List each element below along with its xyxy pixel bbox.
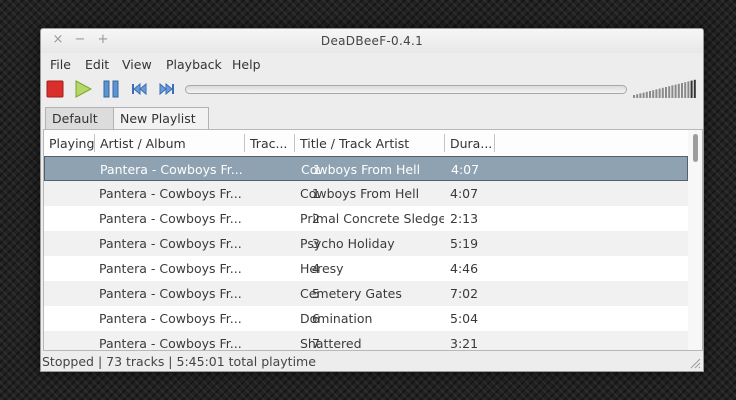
- stop-button[interactable]: [46, 80, 64, 98]
- volume-bar: [652, 90, 655, 98]
- menu-view[interactable]: View: [122, 57, 152, 72]
- duration-cell: 4:07: [451, 162, 480, 177]
- title-cell: Psycho Holiday: [300, 236, 395, 251]
- menu-edit[interactable]: Edit: [85, 57, 109, 72]
- track-row[interactable]: Pantera - Cowboys Fr... 1 Cowboys From H…: [44, 156, 688, 181]
- volume-bar: [665, 87, 667, 98]
- title-cell: Cowboys From Hell: [300, 186, 420, 201]
- seek-slider[interactable]: [185, 85, 627, 94]
- column-artist-album[interactable]: Artist / Album: [100, 136, 186, 151]
- title-cell: Cemetery Gates: [300, 286, 402, 301]
- duration-cell: 2:13: [450, 211, 479, 226]
- column-divider[interactable]: [244, 134, 245, 152]
- artist-album-cell: Pantera - Cowboys Fr...: [99, 311, 242, 326]
- column-divider[interactable]: [94, 134, 95, 152]
- title-cell: Primal Concrete Sledge: [300, 211, 444, 226]
- volume-slider[interactable]: [631, 79, 699, 99]
- main-window: × − + DeaDBeeF-0.4.1 File Edit View Play…: [40, 28, 704, 372]
- playlist-tabs: Default New Playlist: [41, 107, 703, 129]
- column-title[interactable]: Title / Track Artist: [300, 136, 409, 151]
- scrollbar-thumb[interactable]: [693, 134, 698, 162]
- title-cell: Cowboys From Hell: [301, 162, 421, 177]
- title-cell: Domination: [300, 311, 373, 326]
- title-cell: Shattered: [300, 336, 362, 351]
- track-row[interactable]: Pantera - Cowboys Fr... 2 Primal Concret…: [44, 206, 688, 231]
- duration-cell: 5:19: [450, 236, 479, 251]
- column-header: Playing Artist / Album Trac... Title / T…: [44, 130, 702, 156]
- menu-file[interactable]: File: [50, 57, 71, 72]
- volume-bar: [681, 83, 683, 98]
- artist-album-cell: Pantera - Cowboys Fr...: [99, 186, 242, 201]
- volume-bar: [668, 86, 671, 98]
- menu-help[interactable]: Help: [232, 57, 261, 72]
- column-track[interactable]: Trac...: [250, 136, 287, 151]
- volume-bar: [645, 91, 648, 98]
- artist-album-cell: Pantera - Cowboys Fr...: [99, 336, 242, 351]
- column-playing[interactable]: Playing: [49, 136, 94, 151]
- duration-cell: 5:04: [450, 311, 479, 326]
- artist-album-cell: Pantera - Cowboys Fr...: [99, 211, 242, 226]
- track-row[interactable]: Pantera - Cowboys Fr... 1 Cowboys From H…: [44, 181, 688, 206]
- play-icon: [75, 80, 93, 98]
- menu-playback[interactable]: Playback: [166, 57, 222, 72]
- tab-label: New Playlist: [120, 111, 196, 126]
- volume-bar: [655, 89, 658, 98]
- next-button[interactable]: [158, 80, 176, 98]
- title-cell: Heresy: [300, 261, 344, 276]
- artist-album-cell: Pantera - Cowboys Fr...: [99, 236, 242, 251]
- statusbar: Stopped | 73 tracks | 5:45:01 total play…: [41, 351, 703, 371]
- tab-default[interactable]: Default: [45, 107, 115, 129]
- volume-bar: [636, 94, 639, 98]
- duration-cell: 7:02: [450, 286, 479, 301]
- duration-cell: 4:07: [450, 186, 479, 201]
- track-row[interactable]: Pantera - Cowboys Fr... 3 Psycho Holiday…: [44, 231, 688, 256]
- titlebar: × − + DeaDBeeF-0.4.1: [41, 29, 703, 53]
- next-icon: [159, 82, 174, 96]
- volume-bar: [642, 92, 645, 98]
- previous-button[interactable]: [130, 80, 148, 98]
- volume-bar: [649, 91, 651, 98]
- track-row[interactable]: Pantera - Cowboys Fr... 5 Cemetery Gates…: [44, 281, 688, 306]
- volume-bar: [658, 88, 661, 98]
- playlist: Playing Artist / Album Trac... Title / T…: [43, 129, 703, 351]
- volume-bar: [684, 82, 687, 98]
- volume-bar: [671, 85, 674, 98]
- resize-grip-icon[interactable]: [689, 357, 701, 369]
- window-title: DeaDBeeF-0.4.1: [320, 34, 424, 48]
- volume-bar: [674, 84, 677, 98]
- column-divider[interactable]: [444, 134, 445, 152]
- volume-bar: [633, 95, 635, 98]
- column-duration[interactable]: Dura...: [450, 136, 492, 151]
- volume-bar: [677, 83, 680, 98]
- prev-icon: [132, 82, 147, 96]
- volume-bar: [661, 87, 664, 98]
- tab-label: Default: [52, 111, 98, 126]
- volume-bar: [687, 81, 690, 98]
- pause-icon: [103, 80, 119, 98]
- artist-album-cell: Pantera - Cowboys Fr...: [99, 286, 242, 301]
- volume-bar: [693, 79, 696, 98]
- track-row[interactable]: Pantera - Cowboys Fr... 7 Shattered 3:21: [44, 331, 688, 351]
- volume-bar: [639, 93, 642, 98]
- column-divider[interactable]: [494, 134, 495, 152]
- track-row[interactable]: Pantera - Cowboys Fr... 6 Domination 5:0…: [44, 306, 688, 331]
- artist-album-cell: Pantera - Cowboys Fr...: [99, 261, 242, 276]
- duration-cell: 3:21: [450, 336, 479, 351]
- tab-new-playlist[interactable]: New Playlist: [113, 107, 209, 129]
- play-button[interactable]: [74, 80, 93, 98]
- menubar: File Edit View Playback Help: [41, 53, 703, 75]
- duration-cell: 4:46: [450, 261, 479, 276]
- volume-bars: [633, 79, 696, 98]
- pause-button[interactable]: [102, 80, 120, 98]
- vertical-scrollbar[interactable]: [688, 130, 702, 350]
- track-row[interactable]: Pantera - Cowboys Fr... 4 Heresy 4:46: [44, 256, 688, 281]
- status-text: Stopped | 73 tracks | 5:45:01 total play…: [42, 354, 316, 369]
- stop-icon: [46, 80, 64, 98]
- volume-bar: [690, 80, 693, 98]
- artist-album-cell: Pantera - Cowboys Fr...: [100, 162, 243, 177]
- column-divider[interactable]: [294, 134, 295, 152]
